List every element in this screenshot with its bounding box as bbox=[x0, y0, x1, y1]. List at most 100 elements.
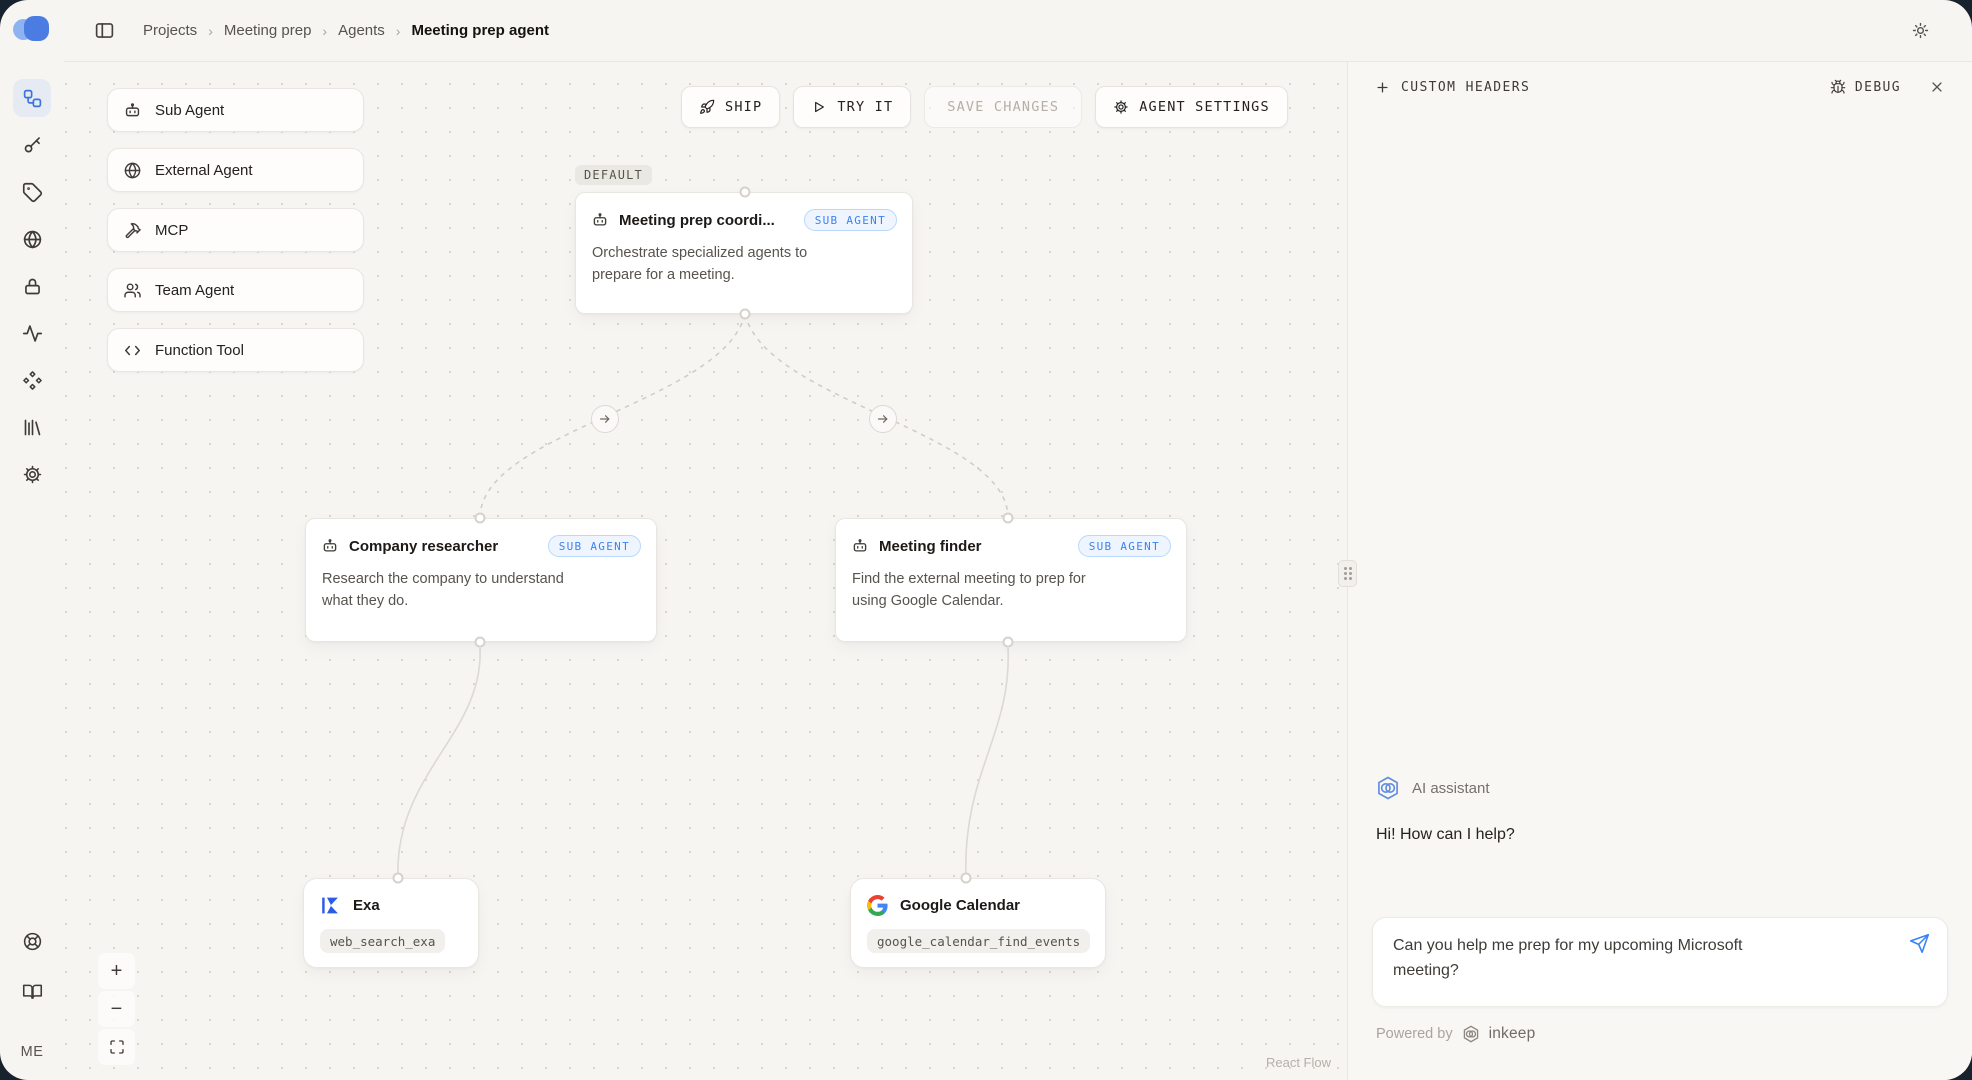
chat-input-value[interactable]: Can you help me prep for my upcoming Mic… bbox=[1393, 933, 1793, 983]
custom-headers-button[interactable]: CUSTOM HEADERS bbox=[1375, 80, 1530, 95]
sub-agent-badge: SUB AGENT bbox=[548, 535, 641, 557]
panel-toggle-button[interactable] bbox=[94, 20, 115, 41]
tag-icon bbox=[22, 182, 43, 203]
powered-by[interactable]: Powered by inkeep bbox=[1376, 1024, 1535, 1044]
rail-item-external[interactable] bbox=[13, 220, 51, 258]
handle-finder-bottom[interactable] bbox=[1003, 637, 1014, 648]
palette-item-team-agent[interactable]: Team Agent bbox=[107, 268, 364, 312]
rail-item-settings[interactable] bbox=[13, 455, 51, 493]
user-avatar[interactable]: ME bbox=[21, 1044, 44, 1060]
top-header: Projects › Meeting prep › Agents › Meeti… bbox=[64, 0, 1972, 62]
bot-icon bbox=[851, 537, 869, 555]
arrow-right-icon bbox=[598, 412, 612, 426]
ship-button[interactable]: SHIP bbox=[681, 86, 780, 128]
inkeep-assistant-icon bbox=[1375, 775, 1401, 801]
palette-item-label: Function Tool bbox=[155, 342, 244, 359]
node-title: Meeting finder bbox=[879, 538, 1068, 555]
breadcrumb-projects[interactable]: Projects bbox=[143, 22, 197, 39]
bot-icon bbox=[321, 537, 339, 555]
flow-toolbar: SHIP TRY IT SAVE CHANGES AGENT SETTINGS bbox=[681, 86, 1288, 128]
palette-item-sub-agent[interactable]: Sub Agent bbox=[107, 88, 364, 132]
globe-icon bbox=[123, 161, 142, 180]
sun-icon bbox=[1911, 21, 1930, 40]
node-description: Research the company to understand what … bbox=[306, 563, 598, 628]
node-meeting-finder[interactable]: Meeting finder SUB AGENT Find the extern… bbox=[835, 518, 1187, 642]
default-badge: DEFAULT bbox=[575, 165, 652, 185]
palette-item-label: External Agent bbox=[155, 162, 253, 179]
plus-icon bbox=[1375, 80, 1390, 95]
save-changes-label: SAVE CHANGES bbox=[947, 99, 1059, 115]
rail-item-credentials[interactable] bbox=[13, 173, 51, 211]
panel-resize-handle[interactable] bbox=[1338, 560, 1357, 587]
rail-nav bbox=[13, 79, 51, 493]
shapes-icon bbox=[22, 370, 43, 391]
send-button[interactable] bbox=[1909, 933, 1930, 954]
zoom-out-button[interactable]: − bbox=[98, 991, 135, 1027]
ship-button-label: SHIP bbox=[725, 99, 762, 115]
node-description: Orchestrate specialized agents to prepar… bbox=[576, 237, 861, 302]
inkeep-logo-front bbox=[24, 16, 49, 41]
save-changes-button[interactable]: SAVE CHANGES bbox=[924, 86, 1082, 128]
handle-researcher-bottom[interactable] bbox=[475, 637, 486, 648]
node-google-calendar-tool[interactable]: Google Calendar google_calendar_find_eve… bbox=[850, 878, 1106, 968]
edge-arrow-right[interactable] bbox=[869, 405, 897, 433]
edge-researcher-to-exa bbox=[398, 648, 480, 878]
flow-canvas[interactable]: Sub Agent External Agent MCP Team Agent … bbox=[64, 62, 1347, 1080]
gear-icon bbox=[22, 464, 43, 485]
inkeep-brand-label: inkeep bbox=[1489, 1025, 1536, 1043]
rail-item-agents[interactable] bbox=[13, 79, 51, 117]
rail-item-library[interactable] bbox=[13, 408, 51, 446]
code-icon bbox=[123, 341, 142, 360]
palette-item-function-tool[interactable]: Function Tool bbox=[107, 328, 364, 372]
app-window: ME Projects › Meeting prep › Agents › Me… bbox=[0, 0, 1972, 1080]
agent-settings-button[interactable]: AGENT SETTINGS bbox=[1095, 86, 1288, 128]
handle-researcher-top[interactable] bbox=[475, 513, 486, 524]
workflow-icon bbox=[22, 88, 43, 109]
handle-calendar-top[interactable] bbox=[961, 873, 972, 884]
palette-item-external-agent[interactable]: External Agent bbox=[107, 148, 364, 192]
assistant-panel: CUSTOM HEADERS DEBUG AI assistant Hi! Ho… bbox=[1347, 62, 1972, 1080]
palette-item-label: MCP bbox=[155, 222, 188, 239]
agent-settings-label: AGENT SETTINGS bbox=[1139, 99, 1270, 115]
fit-view-button[interactable] bbox=[98, 1029, 135, 1065]
node-exa-tool[interactable]: Exa web_search_exa bbox=[303, 878, 479, 968]
node-header: Company researcher SUB AGENT bbox=[306, 519, 656, 563]
chat-input[interactable]: Can you help me prep for my upcoming Mic… bbox=[1372, 917, 1948, 1007]
rail-item-keys[interactable] bbox=[13, 126, 51, 164]
activity-icon bbox=[22, 323, 43, 344]
rail-item-docs[interactable] bbox=[13, 972, 51, 1010]
rail-item-components[interactable] bbox=[13, 361, 51, 399]
tool-tag: web_search_exa bbox=[320, 929, 445, 953]
rail-item-activity[interactable] bbox=[13, 314, 51, 352]
palette-item-label: Team Agent bbox=[155, 282, 234, 299]
inkeep-mono-icon bbox=[1461, 1024, 1481, 1044]
node-description: Find the external meeting to prep for us… bbox=[836, 563, 1116, 628]
handle-coordinator-top[interactable] bbox=[740, 187, 751, 198]
palette-item-mcp[interactable]: MCP bbox=[107, 208, 364, 252]
breadcrumb-agents[interactable]: Agents bbox=[338, 22, 385, 39]
zoom-in-button[interactable]: + bbox=[98, 953, 135, 989]
debug-label: DEBUG bbox=[1855, 80, 1901, 95]
handle-coordinator-bottom[interactable] bbox=[740, 309, 751, 320]
globe-icon bbox=[22, 229, 43, 250]
panel-header: CUSTOM HEADERS DEBUG bbox=[1348, 62, 1972, 112]
close-icon bbox=[1929, 79, 1945, 95]
react-flow-attribution[interactable]: React Flow bbox=[1266, 1055, 1331, 1070]
node-meeting-prep-coordinator[interactable]: Meeting prep coordi... SUB AGENT Orchest… bbox=[575, 192, 913, 314]
close-panel-button[interactable] bbox=[1929, 79, 1945, 95]
try-it-button[interactable]: TRY IT bbox=[793, 86, 911, 128]
rail-item-security[interactable] bbox=[13, 267, 51, 305]
node-company-researcher[interactable]: Company researcher SUB AGENT Research th… bbox=[305, 518, 657, 642]
send-icon bbox=[1909, 933, 1930, 954]
handle-finder-top[interactable] bbox=[1003, 513, 1014, 524]
debug-button[interactable]: DEBUG bbox=[1830, 79, 1901, 95]
inkeep-logo[interactable] bbox=[13, 16, 51, 43]
theme-toggle-button[interactable] bbox=[1911, 21, 1930, 40]
rail-item-help[interactable] bbox=[13, 922, 51, 960]
tool-tag: google_calendar_find_events bbox=[867, 929, 1090, 953]
bug-icon bbox=[1830, 79, 1846, 95]
handle-exa-top[interactable] bbox=[393, 873, 404, 884]
edge-arrow-left[interactable] bbox=[591, 405, 619, 433]
life-buoy-icon bbox=[22, 931, 43, 952]
breadcrumb-meeting-prep[interactable]: Meeting prep bbox=[224, 22, 312, 39]
